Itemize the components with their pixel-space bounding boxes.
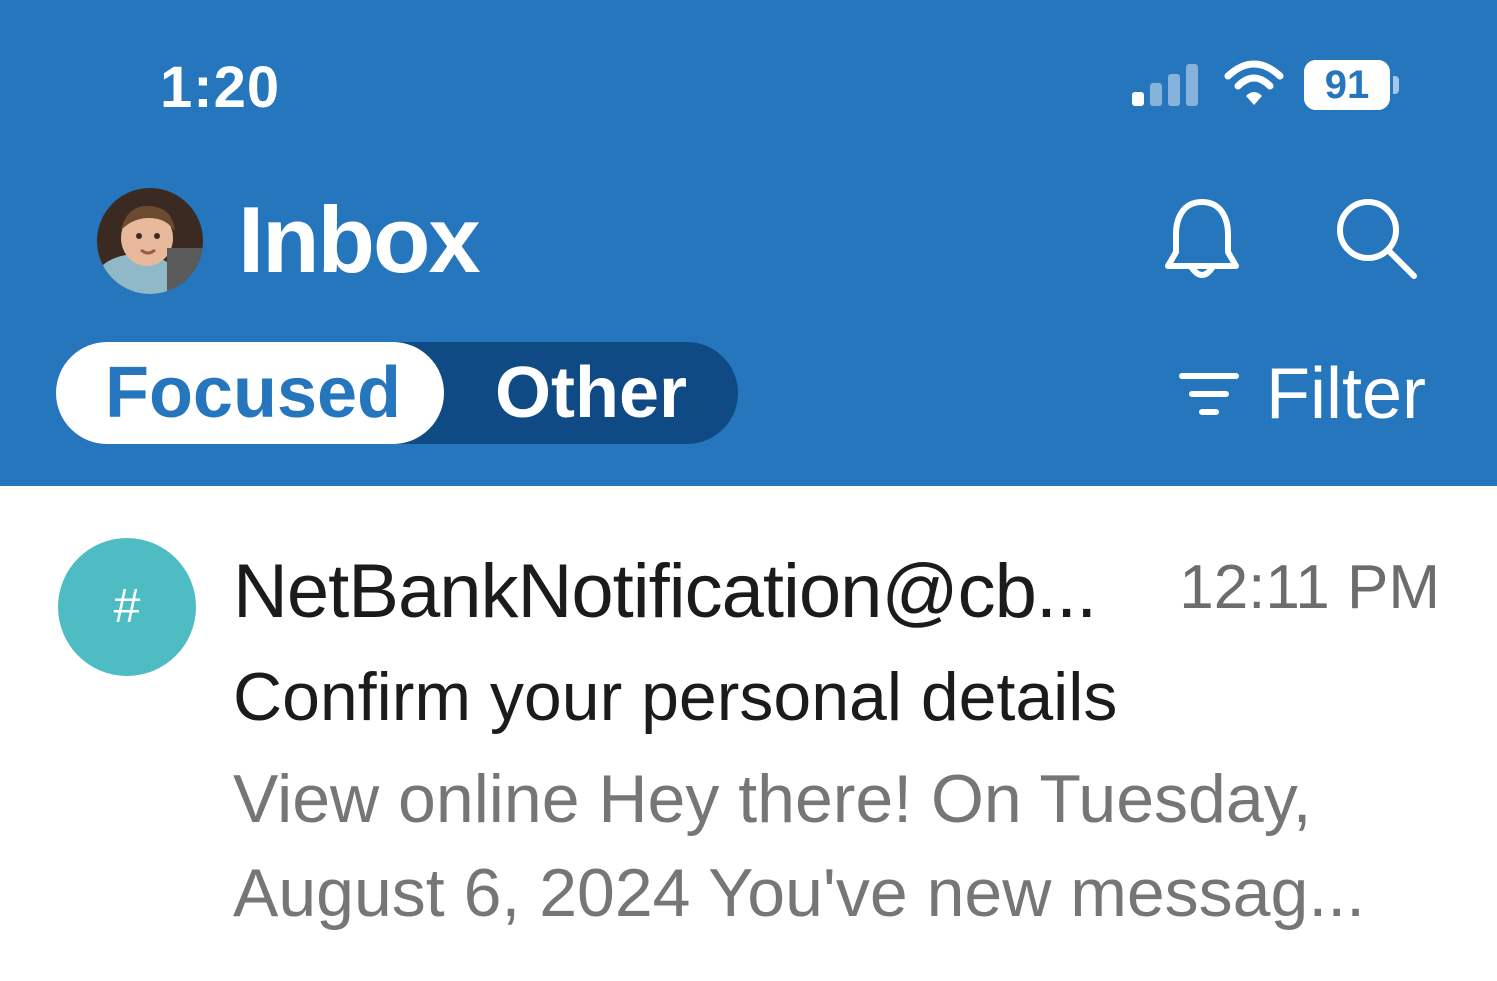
status-time: 1:20 <box>160 55 281 120</box>
battery-tip <box>1393 76 1399 94</box>
sender-avatar: # <box>58 538 196 676</box>
tab-focused[interactable]: Focused <box>56 342 444 444</box>
sender-name: NetBankNotification@cb... <box>233 549 1097 634</box>
app-header: 1:20 91 Inbox Focused Other Filter <box>0 0 1497 486</box>
cellular-signal-icon <box>1132 64 1198 106</box>
filter-icon <box>1179 373 1239 415</box>
search-icon[interactable] <box>1334 196 1420 282</box>
message-preview: View online Hey there! On Tuesday, Augus… <box>233 761 1365 931</box>
battery-indicator: 91 <box>1304 60 1400 110</box>
page-title: Inbox <box>238 187 481 292</box>
message-time: 12:11 PM <box>1179 553 1440 622</box>
battery-body: 91 <box>1304 60 1390 110</box>
account-avatar[interactable] <box>97 188 203 294</box>
tab-other[interactable]: Other <box>444 342 738 444</box>
avatar-photo <box>97 188 203 294</box>
message-subject: Confirm your personal details <box>233 659 1118 735</box>
filter-button[interactable]: Filter <box>1178 346 1440 442</box>
list-item[interactable]: # NetBankNotification@cb... 12:11 PM Con… <box>0 486 1497 981</box>
battery-percent: 91 <box>1324 63 1370 107</box>
bell-icon[interactable] <box>1160 196 1244 282</box>
wifi-icon <box>1224 60 1284 105</box>
filter-label: Filter <box>1266 354 1426 434</box>
inbox-segmented-control: Focused Other <box>56 342 738 444</box>
